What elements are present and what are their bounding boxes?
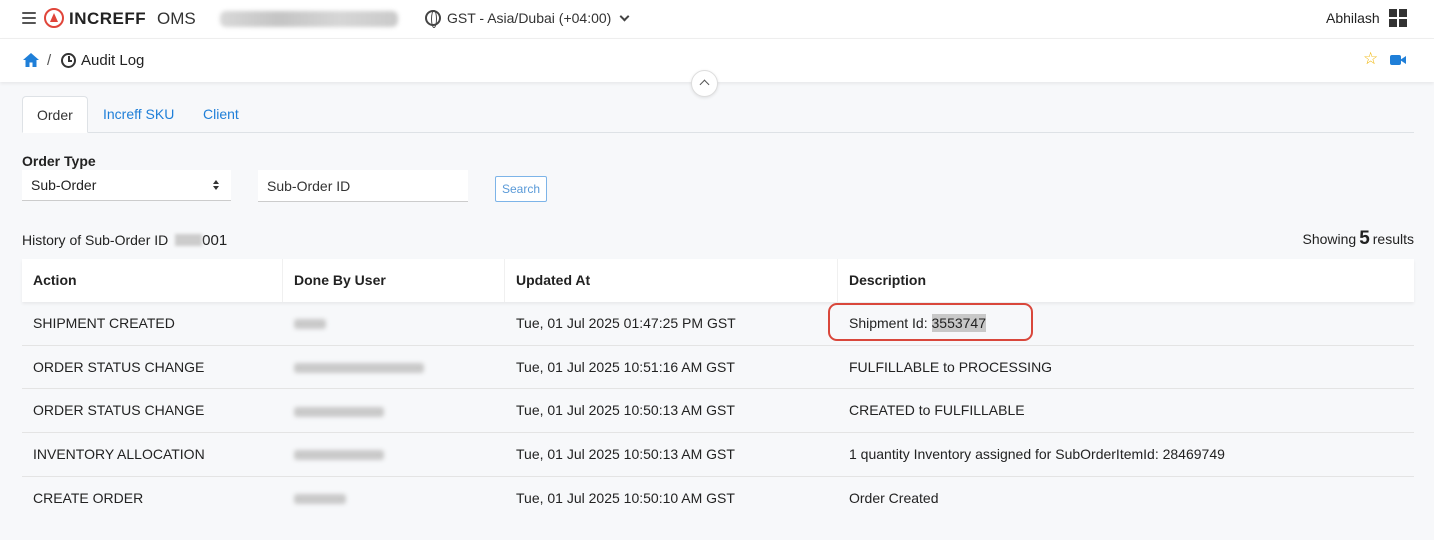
cell-done-by: [283, 389, 505, 432]
timezone-selector[interactable]: GST - Asia/Dubai (+04:00): [425, 10, 630, 28]
collapse-header-button[interactable]: [691, 70, 718, 97]
table-row: INVENTORY ALLOCATION Tue, 01 Jul 2025 10…: [22, 433, 1414, 477]
cell-done-by: [283, 477, 505, 521]
cell-updated-at: Tue, 01 Jul 2025 10:50:13 AM GST: [516, 402, 735, 419]
history-icon: [61, 53, 76, 68]
hamburger-menu-icon[interactable]: [22, 12, 36, 24]
cell-action: SHIPMENT CREATED: [33, 315, 175, 331]
client-selector[interactable]: [220, 11, 398, 27]
tab-order[interactable]: Order: [22, 96, 88, 133]
breadcrumb: / Audit Log ☆: [0, 38, 1434, 82]
sort-arrows-icon: [213, 180, 220, 191]
video-icon[interactable]: [1390, 55, 1406, 65]
search-button[interactable]: Search: [495, 176, 547, 202]
column-header-action[interactable]: Action: [22, 259, 283, 302]
cell-description: CREATED to FULFILLABLE: [849, 402, 1025, 419]
redacted-user: [294, 319, 326, 330]
cell-updated-at: Tue, 01 Jul 2025 10:50:10 AM GST: [516, 489, 735, 506]
showing-prefix: Showing: [1302, 231, 1357, 247]
sub-order-id-input[interactable]: [258, 170, 468, 202]
cell-action: CREATE ORDER: [33, 489, 144, 506]
cell-done-by: [283, 433, 505, 476]
table-row: CREATE ORDER Tue, 01 Jul 2025 10:50:10 A…: [22, 477, 1414, 521]
app-suffix: OMS: [157, 9, 196, 28]
globe-icon: [425, 10, 441, 28]
redacted-user: [294, 494, 346, 505]
showing-suffix: results: [1372, 231, 1414, 247]
table-row: ORDER STATUS CHANGE Tue, 01 Jul 2025 10:…: [22, 389, 1414, 434]
page-title: Audit Log: [81, 52, 145, 69]
cell-description: FULFILLABLE to PROCESSING: [849, 358, 1053, 375]
cell-done-by: [283, 302, 505, 345]
tab-client[interactable]: Client: [189, 96, 253, 133]
cell-updated-at: Tue, 01 Jul 2025 10:51:16 AM GST: [516, 358, 735, 375]
table-header: Action Done By User Updated At Descripti…: [22, 259, 1414, 302]
annotation-highlight-box: [828, 303, 1033, 341]
column-header-description[interactable]: Description: [838, 259, 1414, 302]
results-count: Showing 5 results: [1302, 228, 1414, 250]
apps-grid-icon[interactable]: [1389, 9, 1407, 27]
order-type-label: Order Type: [22, 153, 96, 169]
results-count-value: 5: [1359, 228, 1370, 249]
star-icon[interactable]: ☆: [1363, 50, 1378, 67]
timezone-label: GST - Asia/Dubai (+04:00): [447, 10, 612, 26]
user-name[interactable]: Abhilash: [1326, 10, 1380, 26]
cell-updated-at: Tue, 01 Jul 2025 10:50:13 AM GST: [516, 446, 735, 463]
tab-bar: Order Increff SKU Client: [22, 96, 1414, 133]
breadcrumb-separator: /: [47, 52, 52, 69]
history-title-prefix: History of Sub-Order ID: [22, 232, 169, 248]
redacted-user: [294, 406, 384, 417]
audit-table: Action Done By User Updated At Descripti…: [22, 259, 1414, 520]
order-type-value: Sub-Order: [31, 177, 97, 193]
table-row: SHIPMENT CREATED Tue, 01 Jul 2025 01:47:…: [22, 302, 1414, 346]
redacted-id: [175, 234, 203, 246]
cell-description: 1 quantity Inventory assigned for SubOrd…: [849, 446, 1225, 463]
tab-increff-sku[interactable]: Increff SKU: [89, 96, 188, 133]
redacted-user: [294, 450, 384, 461]
cell-action: ORDER STATUS CHANGE: [33, 402, 205, 419]
column-header-done-by[interactable]: Done By User: [283, 259, 505, 302]
increff-logo-icon: [44, 8, 64, 28]
top-navbar: INCREFF OMS GST - Asia/Dubai (+04:00) Ab…: [0, 0, 1434, 38]
home-icon[interactable]: [23, 53, 39, 67]
column-header-updated-at[interactable]: Updated At: [505, 259, 838, 302]
chevron-down-icon: [619, 11, 630, 21]
order-type-select[interactable]: Sub-Order: [22, 170, 231, 201]
redacted-user: [294, 362, 424, 373]
cell-action: INVENTORY ALLOCATION: [33, 446, 205, 463]
history-title: History of Sub-Order ID 001: [22, 232, 227, 249]
cell-description: Order Created: [849, 489, 939, 506]
app-name: INCREFF: [69, 9, 147, 28]
history-id-suffix: 001: [202, 232, 228, 249]
cell-done-by: [283, 346, 505, 389]
cell-action: ORDER STATUS CHANGE: [33, 358, 205, 375]
cell-updated-at: Tue, 01 Jul 2025 01:47:25 PM GST: [516, 315, 736, 331]
table-row: ORDER STATUS CHANGE Tue, 01 Jul 2025 10:…: [22, 346, 1414, 390]
